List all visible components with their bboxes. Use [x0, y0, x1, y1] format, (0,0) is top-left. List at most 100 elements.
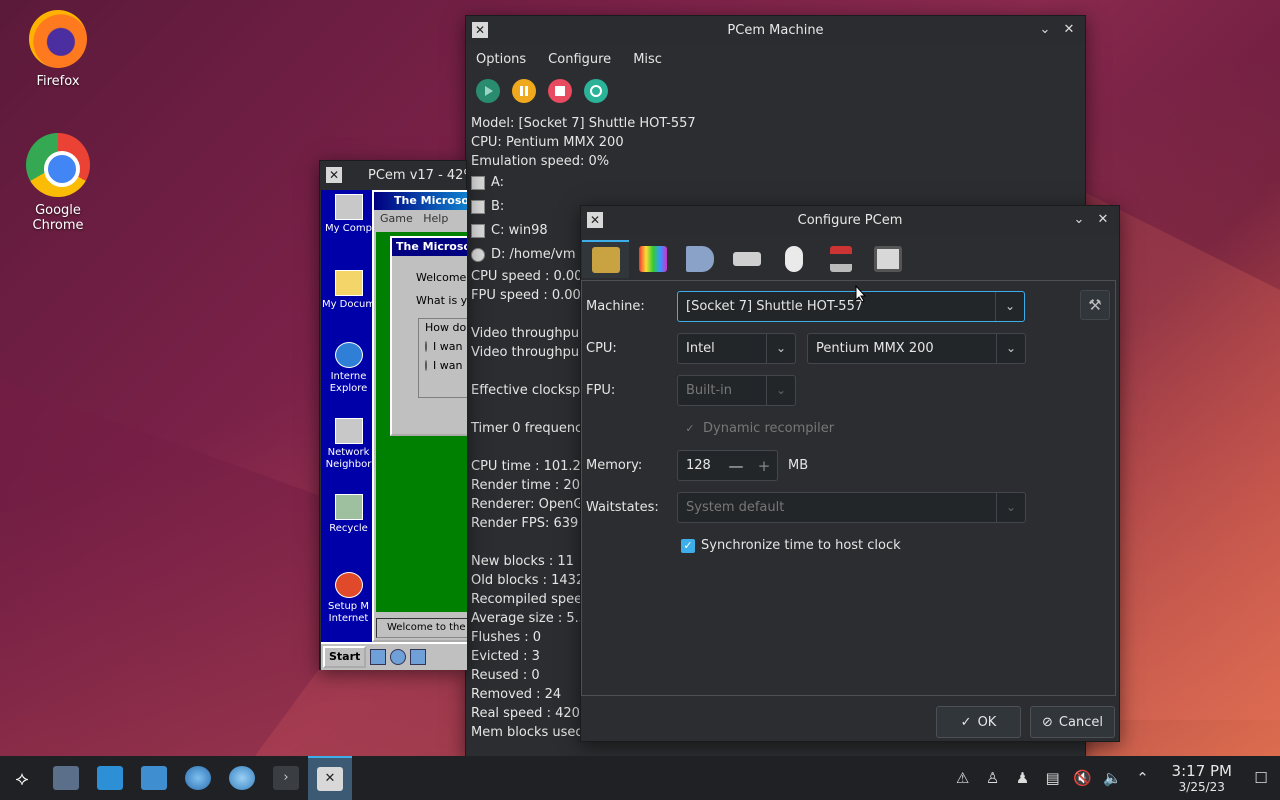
menu-options[interactable]: Options [476, 52, 526, 67]
w98-icon-my-documents[interactable]: My Docum [321, 270, 376, 311]
window-title: PCem Machine [727, 22, 824, 38]
terminal-button[interactable]: › [264, 756, 308, 800]
discover-button[interactable] [88, 756, 132, 800]
mouse-icon [784, 246, 803, 272]
w98-menu-game[interactable]: Game [380, 212, 413, 225]
w98-icon-my-computer[interactable]: My Comp [321, 194, 376, 235]
chevron-down-icon: ⌄ [775, 341, 787, 355]
network-icon [334, 418, 363, 444]
tab-network[interactable] [864, 240, 911, 278]
minimize-icon[interactable]: ⌄ [1037, 22, 1053, 38]
cpu-label: CPU: [586, 341, 617, 356]
minus-icon[interactable]: — [728, 457, 744, 475]
desktop-icon-label: Google Chrome [32, 203, 84, 233]
task-manager-button[interactable] [44, 756, 88, 800]
chevron-up-icon[interactable]: ⌃ [1132, 767, 1154, 789]
app-launcher-button[interactable]: ⟡ [0, 756, 44, 800]
tab-storage[interactable] [723, 240, 770, 278]
plus-icon[interactable]: + [756, 457, 772, 475]
monitor-icon [638, 246, 667, 272]
info-model: Model: [Socket 7] Shuttle HOT-557 [471, 116, 696, 131]
dynarec-checkbox[interactable]: ✓ Dynamic recompiler [683, 421, 834, 436]
clock-time: 3:17 PM [1171, 761, 1232, 780]
user-icon[interactable]: ♙ [982, 767, 1004, 789]
tab-machine[interactable] [582, 240, 629, 278]
cancel-button[interactable]: ⊘ Cancel [1030, 706, 1115, 738]
w98-start-button[interactable]: Start [323, 646, 367, 668]
sync-clock-checkbox[interactable]: ✓ Synchronize time to host clock [681, 538, 901, 553]
w98-icon-internet-explorer[interactable]: Interne Explore [321, 342, 376, 395]
pause-icon[interactable] [512, 79, 536, 103]
waitstates-select[interactable]: System default ⌄ [677, 492, 1026, 523]
menu-misc[interactable]: Misc [633, 52, 662, 67]
memory-spinbox[interactable]: 128 — + [677, 450, 778, 481]
tab-mouse[interactable] [770, 240, 817, 278]
show-desktop-icon[interactable]: ☐ [1250, 767, 1272, 789]
drive-icon [732, 252, 761, 266]
w98-taskbar: Start [321, 642, 467, 670]
w98-desktop-quicklaunch-icon[interactable] [410, 649, 427, 665]
tab-joystick[interactable] [817, 240, 864, 278]
firefox-icon [29, 10, 87, 68]
drive-a[interactable]: A: [471, 171, 1085, 195]
w98-dialog: The Microso Welcome t What is yo How do … [390, 236, 467, 436]
check-icon: ✓ [685, 421, 695, 435]
desktop-icon-label: Firefox [36, 74, 80, 89]
machine-select[interactable]: [Socket 7] Shuttle HOT-557 ⌄ [677, 291, 1025, 322]
cpu-model-select[interactable]: Pentium MMX 200 ⌄ [807, 333, 1026, 364]
play-icon[interactable] [476, 79, 500, 103]
menu-configure[interactable]: Configure [548, 52, 611, 67]
browser-button-2[interactable] [220, 756, 264, 800]
w98-radio-2[interactable]: I wan [425, 359, 462, 372]
tab-display[interactable] [629, 240, 676, 278]
w98-quicklaunch-icon[interactable] [370, 649, 387, 665]
chrome-icon [26, 133, 90, 197]
file-manager-button[interactable] [132, 756, 176, 800]
users-icon[interactable]: ♟ [1012, 767, 1034, 789]
info-emulation-speed: Emulation speed: 0% [471, 154, 610, 169]
volume-muted-icon[interactable]: 🔇 [1072, 767, 1094, 789]
system-tray: ⚠ ♙ ♟ ▤ 🔇 🔈 ⌃ 3:17 PM 3/25/23 ☐ [952, 761, 1280, 794]
machine-label: Machine: [586, 299, 645, 314]
tools-icon: ⚒ [1088, 296, 1102, 314]
folder-icon [334, 270, 363, 296]
menubar: Options Configure Misc [466, 44, 1085, 74]
cpu-vendor-select[interactable]: Intel ⌄ [677, 333, 796, 364]
volume-icon[interactable]: 🔈 [1102, 767, 1124, 789]
pcem-emulator-window: ✕ PCem v17 - 42% My Comp My Docum Intern… [319, 160, 467, 670]
pcem-taskbar-button[interactable]: ✕ [308, 756, 352, 800]
clipboard-icon[interactable]: ▤ [1042, 767, 1064, 789]
w98-ie-quicklaunch-icon[interactable] [390, 649, 407, 665]
folder-icon [141, 766, 167, 790]
desktop-icon-chrome[interactable]: Google Chrome [8, 133, 108, 233]
titlebar: ✕ PCem v17 - 42% [320, 161, 466, 189]
clock[interactable]: 3:17 PM 3/25/23 [1171, 761, 1232, 794]
w98-icon-msn[interactable]: Setup M Internet [321, 572, 376, 625]
browser-button[interactable] [176, 756, 220, 800]
w98-menu-help[interactable]: Help [423, 212, 448, 225]
close-icon[interactable]: ✕ [1095, 212, 1111, 228]
w98-radio-1[interactable]: I wan [425, 340, 462, 353]
emulated-screen[interactable]: My Comp My Docum Interne Explore Network… [321, 190, 467, 670]
globe-icon [185, 766, 211, 790]
reset-icon[interactable] [584, 79, 608, 103]
close-icon[interactable]: ✕ [1061, 22, 1077, 38]
notifications-icon[interactable]: ⚠ [952, 767, 974, 789]
desktop-icon-firefox[interactable]: Firefox [8, 10, 108, 89]
w98-icon-recycle[interactable]: Recycle [321, 494, 376, 535]
mouse-cursor-icon [855, 285, 867, 303]
w98-group-label: How do y [425, 321, 467, 334]
pcem-app-icon: ✕ [472, 22, 488, 38]
machine-settings-button[interactable]: ⚒ [1080, 290, 1110, 320]
w98-app-title: The Microso [374, 192, 467, 210]
minimize-icon[interactable]: ⌄ [1071, 212, 1087, 228]
speaker-icon [685, 246, 714, 272]
globe-icon [229, 766, 255, 790]
machine-panel: Machine: [Socket 7] Shuttle HOT-557 ⌄ ⚒ … [581, 280, 1116, 696]
ok-button[interactable]: ✓ OK [936, 706, 1021, 738]
tab-sound[interactable] [676, 240, 723, 278]
toolbar [466, 74, 1085, 108]
w98-icon-network[interactable]: Network Neighbor [321, 418, 376, 471]
stop-icon[interactable] [548, 79, 572, 103]
fpu-select[interactable]: Built-in ⌄ [677, 375, 796, 406]
